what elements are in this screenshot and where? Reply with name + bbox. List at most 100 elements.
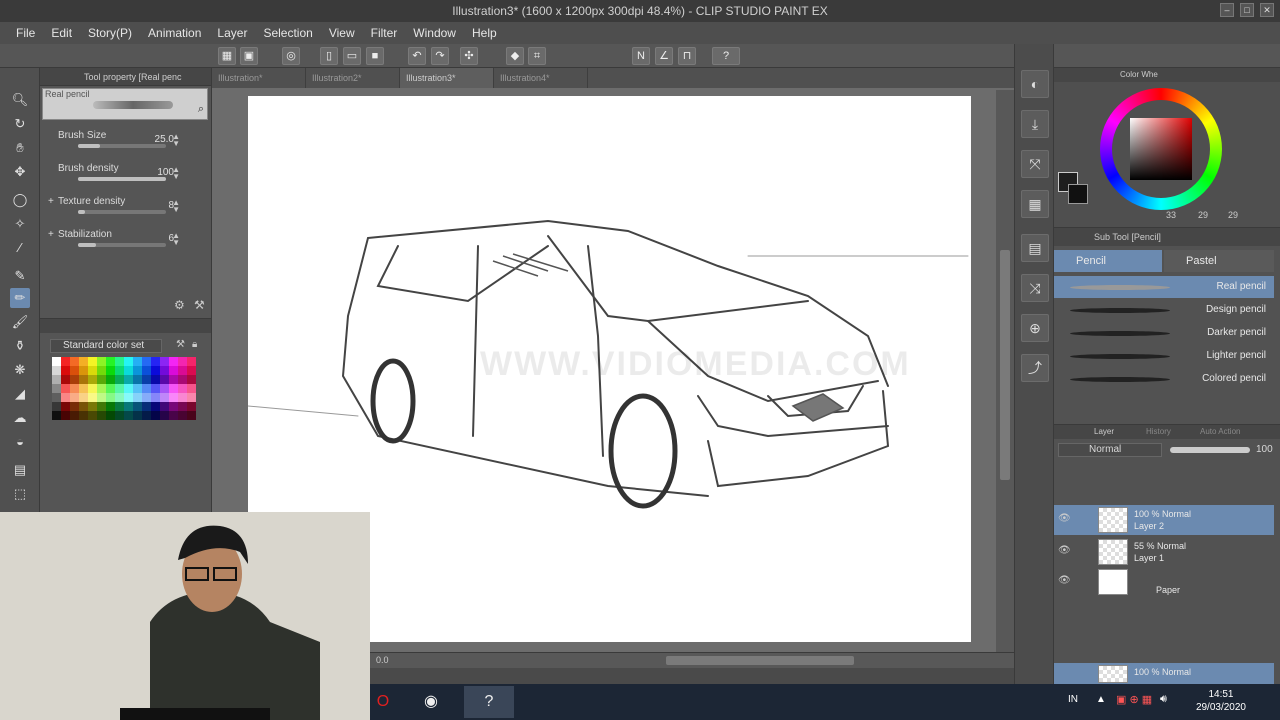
subtab-pencil[interactable]: Pencil [1054, 250, 1162, 272]
color-swatch[interactable] [178, 375, 187, 384]
color-swatch[interactable] [124, 402, 133, 411]
eye-icon[interactable]: 👁︎ [1058, 545, 1071, 556]
menu-layer[interactable]: Layer [209, 26, 255, 40]
color-swatch[interactable] [79, 402, 88, 411]
color-swatch[interactable] [106, 411, 115, 420]
color-swatch[interactable] [79, 357, 88, 366]
system-clock[interactable]: 14:51 29/03/2020 [1196, 688, 1246, 714]
color-swatch[interactable] [142, 402, 151, 411]
opacity-slider[interactable] [1170, 447, 1250, 453]
color-swatch[interactable] [187, 357, 196, 366]
expand-icon[interactable]: + [48, 196, 54, 207]
layer-row[interactable]: 👁︎ 55 % Normal Layer 1 [1054, 537, 1274, 567]
color-swatch[interactable] [115, 411, 124, 420]
grid-icon[interactable]: ▦ [218, 47, 236, 65]
color-swatch[interactable] [115, 366, 124, 375]
doc-tab-2[interactable]: Illustration2* [306, 68, 400, 88]
color-swatch[interactable] [133, 411, 142, 420]
fill-icon[interactable]: ◆ [506, 47, 524, 65]
color-swatch[interactable] [115, 393, 124, 402]
tab-history[interactable]: History [1146, 425, 1171, 439]
save-icon[interactable]: ■ [366, 47, 384, 65]
vertical-scrollbar[interactable] [996, 90, 1014, 652]
color-swatch[interactable] [97, 375, 106, 384]
stepper-icon[interactable]: ▲ ▼ [172, 232, 180, 247]
magic-wand-icon[interactable]: ✧ [10, 214, 30, 234]
color-swatch[interactable] [115, 357, 124, 366]
color-swatch[interactable] [115, 402, 124, 411]
color-swatch[interactable] [142, 357, 151, 366]
tab-layer[interactable]: Layer [1094, 425, 1114, 439]
color-swatch[interactable] [187, 411, 196, 420]
color-swatch[interactable] [151, 402, 160, 411]
color-swatch[interactable] [187, 375, 196, 384]
color-swatch[interactable] [88, 393, 97, 402]
color-swatch[interactable] [124, 366, 133, 375]
color-wheel-tab[interactable]: Color Whe [1054, 68, 1280, 82]
ruler-icon[interactable]: N [632, 47, 650, 65]
color-swatch[interactable] [97, 411, 106, 420]
color-swatch[interactable] [88, 402, 97, 411]
color-swatch[interactable] [52, 375, 61, 384]
eraser-icon[interactable]: ◢ [10, 384, 30, 404]
color-swatch[interactable] [97, 384, 106, 393]
color-swatch[interactable] [151, 393, 160, 402]
redo-icon[interactable]: ↷ [431, 47, 449, 65]
color-swatch[interactable] [160, 366, 169, 375]
color-swatch[interactable] [160, 393, 169, 402]
stabilization-slider[interactable] [78, 243, 166, 247]
zoom-readout[interactable]: 0.0 [376, 655, 389, 665]
brush-icon[interactable]: 🖌︎ [10, 312, 30, 332]
clip-studio-icon[interactable]: ◎ [282, 47, 300, 65]
color-swatch[interactable] [70, 375, 79, 384]
horizontal-scrollbar[interactable]: 0.0 [370, 652, 1014, 668]
color-swatch[interactable] [160, 357, 169, 366]
color-swatch[interactable] [61, 366, 70, 375]
snap-special-icon[interactable]: ⊓ [678, 47, 696, 65]
airbrush-icon[interactable]: ⚱ [10, 336, 30, 356]
menu-animation[interactable]: Animation [140, 26, 209, 40]
color-swatch[interactable] [106, 402, 115, 411]
tool-property-tab[interactable]: Tool property [Real penc [40, 68, 211, 86]
volume-icon[interactable]: 🔊︎ [1160, 693, 1167, 706]
material-icon[interactable]: ▦ [1021, 190, 1049, 218]
clip-studio-taskbar-icon[interactable]: ? [464, 686, 514, 718]
crop-icon[interactable]: ⌗ [528, 47, 546, 65]
color-palette[interactable] [52, 357, 196, 425]
color-swatch[interactable] [70, 357, 79, 366]
color-swatch[interactable] [88, 411, 97, 420]
color-swatch[interactable] [151, 366, 160, 375]
menu-edit[interactable]: Edit [43, 26, 80, 40]
hue-ring[interactable] [1100, 88, 1222, 210]
color-swatch[interactable] [133, 366, 142, 375]
color-swatch[interactable] [169, 375, 178, 384]
color-swatch[interactable] [70, 393, 79, 402]
search-icon[interactable]: ⌕ [198, 103, 204, 116]
stepper-icon[interactable]: ▲ ▼ [172, 133, 180, 148]
color-swatch[interactable] [133, 402, 142, 411]
blend-mode-select[interactable]: Normal [1058, 443, 1162, 457]
color-swatch[interactable] [133, 393, 142, 402]
color-swatch[interactable] [52, 411, 61, 420]
decoration-icon[interactable]: ❋ [10, 360, 30, 380]
eye-icon[interactable]: 👁︎ [1058, 513, 1071, 524]
color-set-select[interactable]: Standard color set [50, 339, 162, 353]
brush-size-slider[interactable] [78, 144, 166, 148]
doc-tab-1[interactable]: Illustration* [212, 68, 306, 88]
color-swatch[interactable] [97, 402, 106, 411]
color-swatch[interactable] [88, 375, 97, 384]
color-swatch[interactable] [70, 402, 79, 411]
hscroll-thumb[interactable] [666, 656, 854, 665]
color-swatch[interactable] [151, 411, 160, 420]
eye-icon[interactable]: 👁︎ [1058, 575, 1071, 586]
color-swatch[interactable] [169, 366, 178, 375]
open-file-icon[interactable]: ▭ [343, 47, 361, 65]
lock-icon[interactable]: 🔒︎ [192, 339, 197, 350]
color-swatch[interactable] [70, 411, 79, 420]
color-swatch[interactable] [79, 411, 88, 420]
stepper-icon[interactable]: ▲ ▼ [172, 166, 180, 181]
obs-icon[interactable]: ◉ [406, 686, 456, 718]
color-swatch[interactable] [124, 384, 133, 393]
menu-filter[interactable]: Filter [363, 26, 406, 40]
fill-bucket-icon[interactable]: ◒ [10, 432, 30, 452]
